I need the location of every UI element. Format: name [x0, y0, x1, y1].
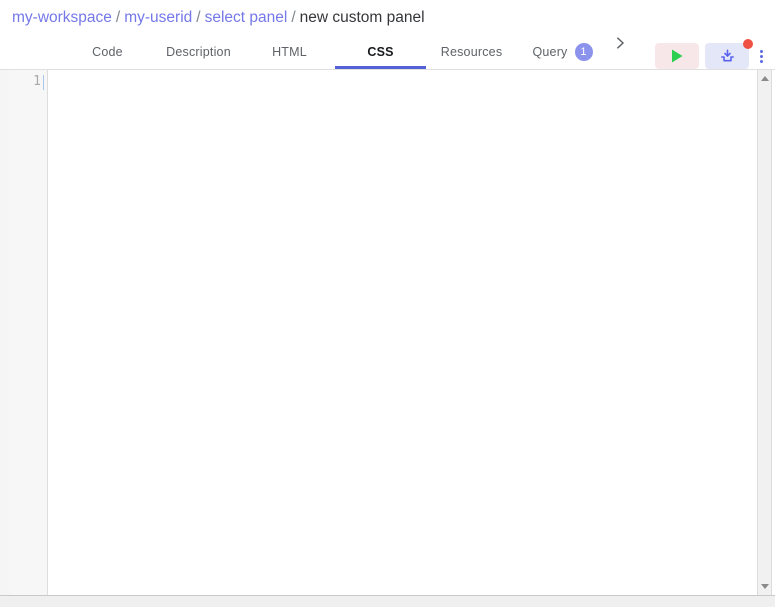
- breadcrumb-link-workspace[interactable]: my-workspace: [12, 9, 112, 26]
- scroll-up-icon[interactable]: [761, 76, 769, 81]
- breadcrumb-separator: /: [112, 9, 124, 26]
- breadcrumb-separator: /: [192, 9, 204, 26]
- download-icon: [719, 48, 736, 64]
- editor-left-margin: [0, 70, 10, 595]
- breadcrumb-link-userid[interactable]: my-userid: [124, 9, 192, 26]
- breadcrumb: my-workspace/my-userid/select panel/new …: [0, 0, 775, 36]
- vertical-scrollbar[interactable]: [757, 70, 772, 595]
- editor-content[interactable]: [48, 70, 757, 595]
- breadcrumb-link-select-panel[interactable]: select panel: [205, 9, 288, 26]
- text-cursor: [43, 75, 44, 90]
- tab-css[interactable]: CSS: [335, 36, 426, 69]
- query-count-badge: 1: [575, 43, 593, 61]
- line-number-gutter: 1: [10, 70, 48, 595]
- tab-query[interactable]: Query 1: [517, 36, 608, 69]
- tab-description[interactable]: Description: [153, 36, 244, 69]
- download-button[interactable]: [705, 43, 749, 69]
- code-editor: 1: [0, 70, 775, 595]
- kebab-menu-icon[interactable]: [756, 45, 766, 67]
- tabs: Code Description HTML CSS Resources Quer…: [62, 36, 608, 69]
- bottom-strip: [0, 595, 775, 607]
- notification-dot: [743, 39, 753, 49]
- header: my-workspace/my-userid/select panel/new …: [0, 0, 775, 70]
- tab-resources[interactable]: Resources: [426, 36, 517, 69]
- scroll-down-icon[interactable]: [761, 584, 769, 589]
- tab-html[interactable]: HTML: [244, 36, 335, 69]
- play-icon: [670, 49, 684, 63]
- chevron-right-glyph: [613, 36, 627, 50]
- tab-query-label: Query: [532, 45, 567, 59]
- line-number: 1: [10, 74, 41, 90]
- chevron-right-icon[interactable]: [612, 35, 628, 51]
- breadcrumb-separator: /: [287, 9, 299, 26]
- tab-code[interactable]: Code: [62, 36, 153, 69]
- run-button[interactable]: [655, 43, 699, 69]
- breadcrumb-current: new custom panel: [300, 9, 425, 26]
